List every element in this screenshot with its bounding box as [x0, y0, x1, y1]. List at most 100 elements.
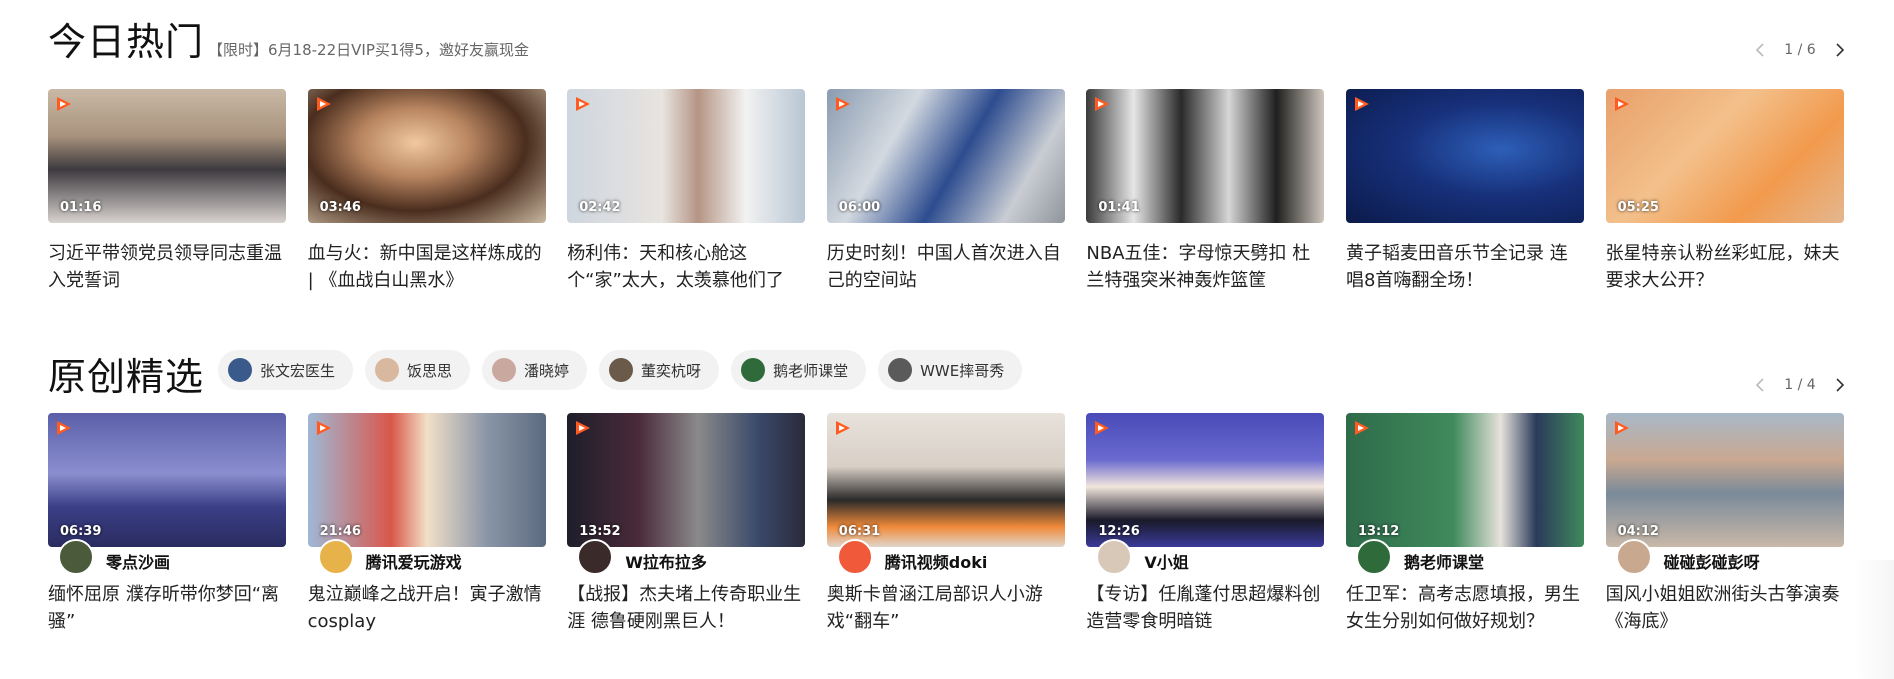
- video-card[interactable]: 06:00 历史时刻！中国人首次进入自己的空间站: [826, 89, 1065, 294]
- video-duration: 05:25: [1617, 200, 1659, 215]
- uploader-name[interactable]: 鹅老师课堂: [1404, 549, 1484, 573]
- video-title[interactable]: 【战报】杰夫堵上传奇职业生涯 德鲁硬刚黑巨人！: [567, 581, 805, 635]
- video-card[interactable]: 01:16 习近平带领党员领导同志重温入党誓词: [48, 89, 286, 294]
- video-card[interactable]: 13:12 鹅老师课堂任卫军：高考志愿填报，男生女生分别如何做好规划？: [1345, 413, 1584, 635]
- creator-chip-label: 饭思思: [407, 361, 453, 380]
- video-title[interactable]: 习近平带领党员领导同志重温入党誓词: [48, 240, 286, 294]
- video-thumbnail[interactable]: 02:42: [567, 89, 806, 223]
- video-thumbnail[interactable]: 12:26: [1086, 413, 1325, 547]
- video-thumbnail[interactable]: 03:46: [307, 89, 546, 223]
- video-thumbnail[interactable]: 06:31: [826, 413, 1065, 547]
- video-duration: 13:12: [1357, 524, 1400, 539]
- video-title[interactable]: 鬼泣巅峰之战开启！寅子激情cosplay: [308, 581, 546, 635]
- creator-chip-label: 董奕杭呀: [641, 361, 702, 380]
- uploader-row[interactable]: W拉布拉多: [567, 539, 805, 575]
- video-thumbnail[interactable]: 21:46: [307, 413, 546, 547]
- original-section: 原创精选 张文宏医生 饭思思 潘晓婷 董奕杭呀 鹅老师课堂 WWE摔哥秀 1 / 4 06…: [48, 335, 1846, 632]
- video-title[interactable]: 血与火：新中国是这样炼成的 | 《血战白山黑水》: [308, 240, 546, 294]
- uploader-name[interactable]: V小姐: [1144, 549, 1188, 573]
- avatar[interactable]: [577, 539, 614, 575]
- video-title[interactable]: 任卫军：高考志愿填报，男生女生分别如何做好规划？: [1346, 581, 1584, 635]
- original-page-indicator: 1 / 4: [1784, 377, 1816, 393]
- video-title[interactable]: NBA五佳：字母惊天劈扣 杜兰特强突米神轰炸篮筐: [1086, 240, 1324, 294]
- video-card[interactable]: 05:25 张星特亲认粉丝彩虹屁，妹夫要求大公开？: [1605, 89, 1844, 294]
- video-card[interactable]: 黄子韬麦田音乐节全记录 连唱8首嗨翻全场！: [1345, 89, 1584, 294]
- video-card[interactable]: 06:39 零点沙画缅怀屈原 濮存昕带你梦回“离骚”: [48, 413, 286, 635]
- creator-chip[interactable]: 潘晓婷: [482, 350, 588, 390]
- uploader-row[interactable]: 腾讯视频doki: [827, 539, 1065, 575]
- uploader-row[interactable]: V小姐: [1086, 539, 1324, 575]
- creator-chips: 张文宏医生 饭思思 潘晓婷 董奕杭呀 鹅老师课堂 WWE摔哥秀: [218, 350, 1023, 390]
- video-title[interactable]: 张星特亲认粉丝彩虹屁，妹夫要求大公开？: [1606, 240, 1844, 294]
- video-thumbnail[interactable]: 01:41: [1086, 89, 1325, 223]
- video-thumbnail[interactable]: 04:12: [1605, 413, 1844, 547]
- original-title: 原创精选: [48, 355, 205, 399]
- promo-banner-text[interactable]: 【限时】6月18-22日VIP买1得5，邀好友赢现金: [208, 39, 529, 60]
- chevron-right-icon[interactable]: [1828, 38, 1852, 62]
- play-badge-icon: [1612, 95, 1632, 113]
- video-thumbnail[interactable]: 13:52: [567, 413, 806, 547]
- uploader-name[interactable]: 腾讯爱玩游戏: [366, 549, 462, 573]
- uploader-name[interactable]: 零点沙画: [106, 549, 170, 573]
- video-title[interactable]: 国风小姐姐欧洲街头古筝演奏《海底》: [1606, 581, 1844, 635]
- avatar[interactable]: [1615, 539, 1652, 575]
- video-card[interactable]: 06:31 腾讯视频doki 奥斯卡曾涵江局部识人小游戏“翻车”: [826, 413, 1065, 635]
- video-thumbnail[interactable]: 06:39: [48, 413, 286, 547]
- creator-chip-label: 潘晓婷: [524, 361, 570, 380]
- creator-chip[interactable]: 饭思思: [365, 350, 471, 390]
- play-badge-icon: [1092, 419, 1112, 437]
- uploader-row[interactable]: 鹅老师课堂: [1346, 539, 1584, 575]
- video-title[interactable]: 【专访】任胤蓬付思超爆料创造营零食明暗链: [1086, 581, 1324, 635]
- avatar[interactable]: [836, 539, 873, 575]
- video-title[interactable]: 缅怀屈原 濮存昕带你梦回“离骚”: [48, 581, 286, 635]
- creator-chip[interactable]: 鹅老师课堂: [731, 350, 867, 390]
- avatar[interactable]: [1096, 539, 1133, 575]
- play-badge-icon: [573, 95, 593, 113]
- creator-chip-label: WWE摔哥秀: [920, 361, 1005, 380]
- page-scrollbar[interactable]: [1854, 560, 1894, 679]
- video-title[interactable]: 奥斯卡曾涵江局部识人小游戏“翻车”: [827, 581, 1065, 635]
- original-pager: 1 / 4: [1748, 373, 1852, 397]
- video-card[interactable]: 21:46 腾讯爱玩游戏鬼泣巅峰之战开启！寅子激情cosplay: [307, 413, 546, 635]
- chevron-left-icon[interactable]: [1748, 38, 1772, 62]
- uploader-row[interactable]: 腾讯爱玩游戏: [308, 539, 546, 575]
- play-badge-icon: [1352, 419, 1372, 437]
- video-card[interactable]: 01:41 NBA五佳：字母惊天劈扣 杜兰特强突米神轰炸篮筐: [1086, 89, 1325, 294]
- chevron-right-icon[interactable]: [1828, 373, 1852, 397]
- video-title[interactable]: 历史时刻！中国人首次进入自己的空间站: [827, 240, 1065, 294]
- video-thumbnail[interactable]: 13:12: [1345, 413, 1584, 547]
- hot-header: 今日热门 【限时】6月18-22日VIP买1得5，邀好友赢现金 1 / 6: [48, 0, 1846, 89]
- video-thumbnail[interactable]: 06:00: [826, 89, 1065, 223]
- avatar: [492, 358, 517, 382]
- chevron-left-icon[interactable]: [1748, 373, 1772, 397]
- play-badge-icon: [314, 419, 334, 437]
- video-duration: 21:46: [319, 524, 361, 539]
- creator-chip[interactable]: 张文宏医生: [218, 350, 354, 390]
- avatar[interactable]: [1355, 539, 1392, 575]
- creator-chip[interactable]: 董奕杭呀: [599, 350, 720, 390]
- video-card[interactable]: 04:12 碰碰彭碰彭呀国风小姐姐欧洲街头古筝演奏《海底》: [1605, 413, 1844, 635]
- uploader-row[interactable]: 碰碰彭碰彭呀: [1606, 539, 1844, 575]
- video-thumbnail[interactable]: 05:25: [1605, 89, 1844, 223]
- video-card[interactable]: 02:42 杨利伟：天和核心舱这个“家”太大，太羡慕他们了: [567, 89, 806, 294]
- avatar[interactable]: [58, 539, 94, 575]
- avatar: [741, 358, 766, 382]
- video-thumbnail[interactable]: 01:16: [48, 89, 286, 223]
- play-badge-icon: [1352, 95, 1372, 113]
- video-card[interactable]: 03:46 血与火：新中国是这样炼成的 | 《血战白山黑水》: [307, 89, 546, 294]
- video-duration: 03:46: [319, 200, 361, 215]
- video-title[interactable]: 黄子韬麦田音乐节全记录 连唱8首嗨翻全场！: [1346, 240, 1584, 294]
- avatar[interactable]: [317, 539, 354, 575]
- original-video-list: 06:39 零点沙画缅怀屈原 濮存昕带你梦回“离骚” 21:46 腾讯爱玩游戏鬼泣巅峰…: [48, 413, 1844, 635]
- hot-page-indicator: 1 / 6: [1784, 42, 1816, 58]
- video-title[interactable]: 杨利伟：天和核心舱这个“家”太大，太羡慕他们了: [567, 240, 805, 294]
- uploader-row[interactable]: 零点沙画: [48, 539, 286, 575]
- uploader-name[interactable]: W拉布拉多: [625, 549, 707, 573]
- video-card[interactable]: 12:26 V小姐【专访】任胤蓬付思超爆料创造营零食明暗链: [1086, 413, 1325, 635]
- uploader-name[interactable]: 腾讯视频doki: [885, 549, 988, 573]
- video-thumbnail[interactable]: [1345, 89, 1584, 223]
- uploader-name[interactable]: 碰碰彭碰彭呀: [1664, 549, 1760, 573]
- creator-chip[interactable]: WWE摔哥秀: [878, 350, 1023, 390]
- avatar: [888, 358, 913, 382]
- video-card[interactable]: 13:52 W拉布拉多【战报】杰夫堵上传奇职业生涯 德鲁硬刚黑巨人！: [567, 413, 806, 635]
